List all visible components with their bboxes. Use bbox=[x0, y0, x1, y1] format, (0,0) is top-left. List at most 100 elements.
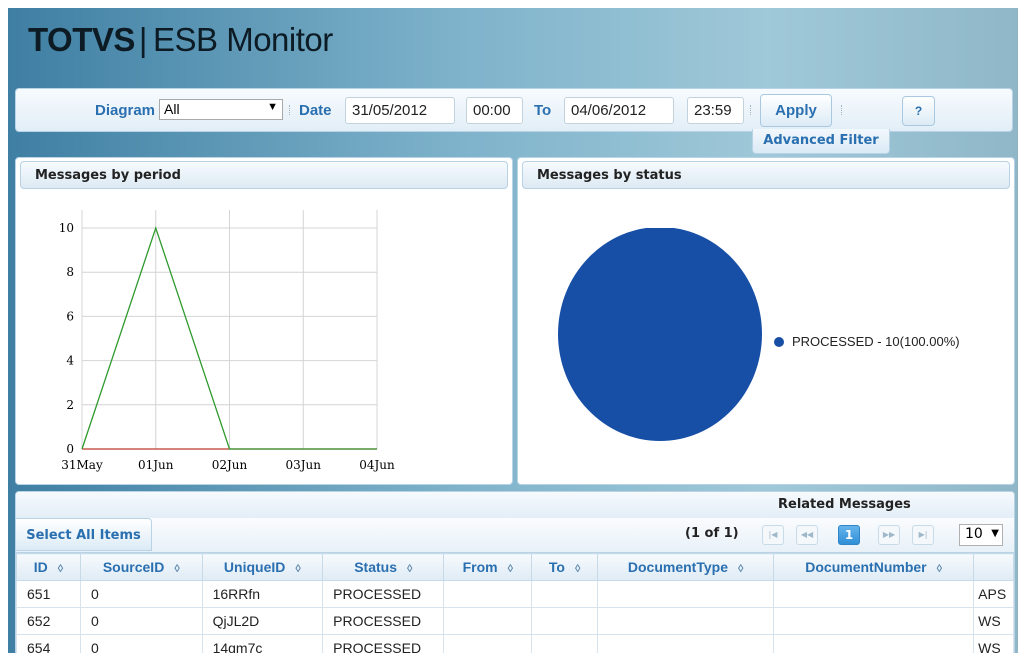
pie-slice bbox=[558, 228, 762, 441]
cell-status: PROCESSED bbox=[322, 580, 445, 608]
related-messages-panel: Related Messages Select All Items (1 of … bbox=[15, 491, 1015, 653]
related-messages-header: Related Messages bbox=[16, 492, 1014, 518]
separator bbox=[289, 105, 292, 115]
y-tick-label: 10 bbox=[59, 221, 74, 235]
table-row[interactable]: 651 0 16RRfn PROCESSED APS bbox=[16, 580, 1014, 608]
cell-documenttype bbox=[597, 607, 775, 635]
cell-to bbox=[531, 607, 599, 635]
app-frame: TOTVS | ESB Monitor Diagram All ▼ Date 31/… bbox=[8, 8, 1018, 653]
cell-id: 654 bbox=[16, 634, 82, 653]
date-from-input[interactable]: 31/05/2012 bbox=[345, 97, 455, 124]
cell-documentnumber bbox=[773, 634, 975, 653]
column-header-uniqueid[interactable]: UniqueID ◊ bbox=[201, 553, 324, 581]
sort-icon: ◊ bbox=[406, 563, 413, 575]
pie-legend: PROCESSED - 10(100.00%) bbox=[774, 334, 960, 349]
x-tick-label: 01Jun bbox=[138, 458, 174, 472]
diagram-select[interactable]: All ▼ bbox=[159, 99, 283, 120]
sort-icon: ◊ bbox=[936, 563, 943, 575]
cell-extra: APS bbox=[973, 580, 1014, 608]
diagram-select-value: All bbox=[164, 101, 180, 117]
period-panel: Messages by period 0 2 4 6 8 10 31May 01Jun 02Ju… bbox=[15, 157, 513, 485]
y-tick-label: 4 bbox=[66, 354, 74, 368]
cell-documenttype bbox=[597, 634, 775, 653]
page-1-button[interactable]: 1 bbox=[838, 525, 860, 545]
cell-documentnumber bbox=[773, 580, 975, 608]
cell-sourceid: 0 bbox=[80, 634, 203, 653]
cell-from bbox=[443, 607, 533, 635]
status-panel-title: Messages by status bbox=[522, 161, 1010, 189]
last-page-button[interactable]: ▶| bbox=[912, 525, 934, 545]
first-page-button[interactable]: |◀ bbox=[762, 525, 784, 545]
table-row[interactable]: 654 0 14gm7c PROCESSED WS bbox=[16, 634, 1014, 653]
cell-documenttype bbox=[597, 580, 775, 608]
cell-extra: WS bbox=[973, 607, 1014, 635]
date-label: Date bbox=[299, 102, 332, 119]
sort-icon: ◊ bbox=[174, 563, 180, 575]
sort-icon: ◊ bbox=[57, 563, 64, 575]
column-header-id[interactable]: ID ◊ bbox=[16, 553, 82, 581]
cell-to bbox=[531, 580, 599, 608]
app-name: ESB Monitor bbox=[153, 21, 333, 58]
last-page-icon: ▶| bbox=[918, 530, 928, 539]
diagram-label: Diagram bbox=[95, 102, 156, 119]
grid-toolbar: Select All Items (1 of 1) |◀ ◀◀ 1 ▶▶ ▶| … bbox=[16, 518, 1014, 553]
apply-button[interactable]: Apply bbox=[760, 94, 832, 127]
time-from-input[interactable]: 00:00 bbox=[466, 97, 523, 124]
y-tick-label: 2 bbox=[66, 398, 74, 412]
cell-uniqueid: QjJL2D bbox=[201, 607, 324, 635]
date-to-input[interactable]: 04/06/2012 bbox=[564, 97, 674, 124]
pie-chart bbox=[558, 228, 762, 441]
separator bbox=[841, 105, 844, 115]
cell-extra: WS bbox=[973, 634, 1014, 653]
to-label: To bbox=[534, 102, 552, 119]
advanced-filter-tab[interactable]: Advanced Filter bbox=[752, 129, 890, 154]
x-tick-label: 04Jun bbox=[359, 458, 395, 472]
x-tick-label: 02Jun bbox=[212, 458, 248, 472]
column-header-extra[interactable] bbox=[973, 553, 1014, 581]
sort-icon: ◊ bbox=[295, 563, 301, 575]
column-header-documentnumber[interactable]: DocumentNumber ◊ bbox=[773, 553, 975, 581]
prev-page-button[interactable]: ◀◀ bbox=[796, 525, 818, 545]
filter-bar: Diagram All ▼ Date 31/05/2012 00:00 To 0… bbox=[15, 88, 1013, 132]
column-header-from[interactable]: From ◊ bbox=[443, 553, 533, 581]
column-header-status[interactable]: Status ◊ bbox=[322, 553, 445, 581]
cell-id: 652 bbox=[16, 607, 82, 635]
sort-icon: ◊ bbox=[507, 563, 514, 575]
messages-table: ID ◊ SourceID ◊ UniqueID ◊ Status ◊ From ◊ To… bbox=[16, 553, 1014, 653]
cell-uniqueid: 16RRfn bbox=[201, 580, 324, 608]
legend-marker bbox=[774, 337, 784, 347]
cell-from bbox=[443, 634, 533, 653]
page-info: (1 of 1) bbox=[685, 526, 739, 541]
title-separator: | bbox=[138, 21, 148, 58]
line-chart: 0 2 4 6 8 10 31May 01Jun 02Jun 03Jun 04Jun bbox=[59, 210, 395, 472]
cell-sourceid: 0 bbox=[80, 580, 203, 608]
table-row[interactable]: 652 0 QjJL2D PROCESSED WS bbox=[16, 607, 1014, 635]
prev-page-icon: ◀◀ bbox=[800, 530, 814, 539]
column-header-to[interactable]: To ◊ bbox=[531, 553, 599, 581]
sort-icon: ◊ bbox=[737, 563, 744, 575]
cell-documentnumber bbox=[773, 607, 975, 635]
first-page-icon: |◀ bbox=[768, 530, 778, 539]
chevron-down-icon: ▼ bbox=[267, 101, 278, 113]
rows-per-page-value: 10 bbox=[965, 526, 983, 542]
time-to-input[interactable]: 23:59 bbox=[687, 97, 744, 124]
next-page-button[interactable]: ▶▶ bbox=[878, 525, 900, 545]
rows-per-page-select[interactable]: 10 ▼ bbox=[959, 524, 1003, 546]
cell-to bbox=[531, 634, 599, 653]
column-header-documenttype[interactable]: DocumentType ◊ bbox=[597, 553, 775, 581]
column-header-sourceid[interactable]: SourceID ◊ bbox=[80, 553, 203, 581]
cell-uniqueid: 14gm7c bbox=[201, 634, 324, 653]
cell-from bbox=[443, 580, 533, 608]
select-all-button[interactable]: Select All Items bbox=[16, 518, 152, 551]
next-page-icon: ▶▶ bbox=[882, 530, 896, 539]
cell-sourceid: 0 bbox=[80, 607, 203, 635]
x-tick-label: 03Jun bbox=[285, 458, 321, 472]
y-tick-label: 8 bbox=[66, 265, 74, 279]
app-title: TOTVS | ESB Monitor bbox=[28, 21, 333, 59]
related-messages-title: Related Messages bbox=[778, 497, 911, 512]
y-tick-label: 6 bbox=[66, 309, 74, 323]
cell-status: PROCESSED bbox=[322, 607, 445, 635]
x-tick-label: 31May bbox=[61, 458, 103, 472]
help-button[interactable]: ? bbox=[902, 96, 935, 126]
cell-status: PROCESSED bbox=[322, 634, 445, 653]
